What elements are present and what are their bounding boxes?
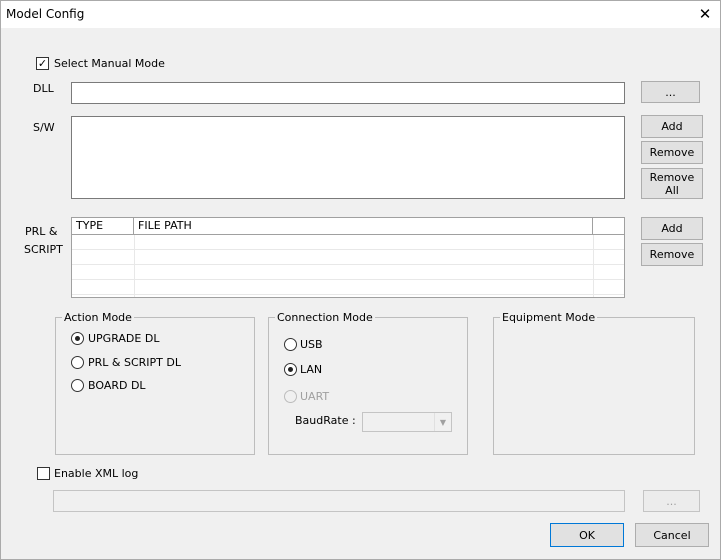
sw-remove-button[interactable]: Remove <box>641 141 703 164</box>
column-header-type[interactable]: TYPE <box>72 218 134 235</box>
xml-log-checkbox[interactable] <box>37 467 50 480</box>
equipment-mode-group: Equipment Mode <box>493 311 695 455</box>
cancel-button[interactable]: Cancel <box>635 523 709 547</box>
baudrate-label: BaudRate : <box>295 414 356 427</box>
column-header-file-path[interactable]: FILE PATH <box>134 218 593 235</box>
lan-label: LAN <box>300 363 323 376</box>
column-divider <box>593 235 594 297</box>
title-bar: Model Config ✕ <box>1 1 720 28</box>
column-divider <box>134 235 135 297</box>
prl-remove-button[interactable]: Remove <box>641 243 703 266</box>
board-dl-label: BOARD DL <box>88 379 146 392</box>
manual-mode-checkbox[interactable]: ✓ <box>36 57 49 70</box>
usb-label: USB <box>300 338 323 351</box>
upgrade-dl-label: UPGRADE DL <box>88 332 160 345</box>
uart-label: UART <box>300 390 330 403</box>
manual-mode-label: Select Manual Mode <box>54 57 165 70</box>
close-icon[interactable]: ✕ <box>691 3 719 25</box>
upgrade-dl-radio[interactable] <box>71 332 84 345</box>
table-row[interactable] <box>72 250 624 265</box>
prl-label: PRL & <box>25 225 58 238</box>
sw-add-button[interactable]: Add <box>641 115 703 138</box>
sw-label: S/W <box>33 121 55 134</box>
dll-label: DLL <box>33 82 54 95</box>
prl-script-dl-label: PRL & SCRIPT DL <box>88 356 181 369</box>
script-label: SCRIPT <box>24 243 63 256</box>
prl-add-button[interactable]: Add <box>641 217 703 240</box>
connection-mode-title: Connection Mode <box>275 311 375 324</box>
prl-script-table[interactable]: TYPE FILE PATH <box>71 217 625 298</box>
connection-mode-group: Connection Mode <box>268 311 468 455</box>
equipment-mode-title: Equipment Mode <box>500 311 598 324</box>
dll-browse-button[interactable]: ... <box>641 81 700 103</box>
xml-log-browse-button[interactable]: ... <box>643 490 700 512</box>
action-mode-title: Action Mode <box>62 311 134 324</box>
model-config-window: Model Config ✕ ✓ Select Manual Mode DLL … <box>0 0 721 560</box>
ok-button[interactable]: OK <box>550 523 624 547</box>
xml-log-path-input[interactable] <box>53 490 625 512</box>
column-header-filler <box>593 218 624 235</box>
table-row[interactable] <box>72 280 624 295</box>
uart-radio[interactable] <box>284 390 297 403</box>
board-dl-radio[interactable] <box>71 379 84 392</box>
table-row[interactable] <box>72 235 624 250</box>
prl-script-dl-radio[interactable] <box>71 356 84 369</box>
table-row[interactable] <box>72 265 624 280</box>
baudrate-select[interactable]: ▼ <box>362 412 452 432</box>
lan-radio[interactable] <box>284 363 297 376</box>
usb-radio[interactable] <box>284 338 297 351</box>
sw-list[interactable] <box>71 116 625 199</box>
dll-path-input[interactable] <box>71 82 625 104</box>
chevron-down-icon: ▼ <box>434 413 451 431</box>
xml-log-label: Enable XML log <box>54 467 139 480</box>
sw-remove-all-button[interactable]: Remove All <box>641 168 703 199</box>
window-title: Model Config <box>6 7 85 21</box>
